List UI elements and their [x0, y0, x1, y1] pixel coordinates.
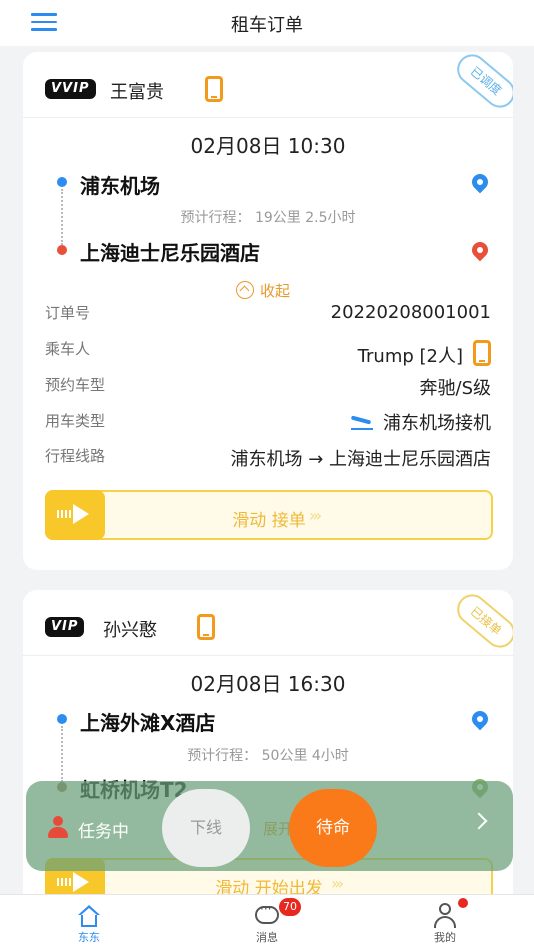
tab-home[interactable]: 东东: [29, 895, 149, 950]
use-type: 浦东机场接机: [383, 413, 491, 434]
order-card: VVIP 王富贵 已调度 02月08日 10:30 浦东机场 预计行程： 19公…: [23, 52, 513, 570]
tab-messages[interactable]: 70 消息: [207, 895, 327, 950]
origin-place: 浦东机场: [80, 174, 160, 198]
passenger-phone-icon[interactable]: [473, 340, 491, 366]
route: 浦东机场 → 上海迪士尼乐园酒店: [230, 449, 491, 470]
origin-pin-icon[interactable]: [468, 707, 492, 731]
order-header: VIP 孙兴憨 已接单: [23, 590, 513, 656]
double-chevron-icon: ›››: [309, 506, 322, 525]
task-status-bar[interactable]: 任务中 下线 待命: [26, 781, 513, 871]
route-label: 行程线路: [45, 447, 106, 465]
task-status-label: 任务中: [78, 822, 129, 842]
car-model-label: 预约车型: [45, 376, 106, 394]
user-icon: [434, 903, 456, 929]
destination-dot: [57, 245, 67, 255]
car-model: 奔驰/S级: [419, 378, 492, 399]
passenger-row: Trump [2人]: [358, 336, 491, 368]
tab-label: 东东: [78, 931, 100, 944]
customer-name: 王富贵: [110, 82, 164, 103]
use-type-row: 浦东机场接机: [351, 409, 491, 435]
passenger: Trump [2人]: [357, 346, 463, 367]
order-no-label: 订单号: [45, 304, 91, 322]
vip-badge: VVIP: [45, 79, 96, 99]
bottom-tab-bar: 东东 70 消息 我的: [0, 894, 534, 950]
chevron-right-icon[interactable]: [470, 812, 488, 830]
order-datetime: 02月08日 10:30: [190, 134, 346, 158]
order-datetime: 02月08日 16:30: [190, 672, 346, 696]
slider-label: 滑动 接单: [232, 511, 306, 531]
notification-dot: [458, 898, 468, 908]
unread-badge: 70: [279, 898, 301, 916]
offline-button[interactable]: 下线: [162, 789, 250, 867]
origin-dot: [57, 714, 67, 724]
collapse-toggle[interactable]: 收起: [236, 280, 290, 301]
trip-estimate: 预计行程： 19公里 2.5小时: [180, 210, 356, 226]
use-type-label: 用车类型: [45, 412, 106, 430]
standby-button[interactable]: 待命: [289, 789, 377, 867]
vip-badge: VIP: [45, 617, 85, 637]
order-header: VVIP 王富贵 已调度: [23, 52, 513, 118]
origin-dot: [57, 177, 67, 187]
trip-estimate: 预计行程： 50公里 4小时: [187, 748, 349, 764]
tab-label: 消息: [256, 931, 278, 944]
tab-label: 我的: [434, 931, 456, 944]
order-no: 20220208001001: [330, 302, 491, 323]
accept-order-slider[interactable]: 滑动 接单 ›››: [45, 490, 493, 540]
customer-name: 孙兴憨: [103, 620, 157, 641]
origin-pin-icon[interactable]: [468, 170, 492, 194]
home-icon: [77, 905, 101, 927]
double-chevron-icon: ›››: [331, 874, 344, 893]
origin-place: 上海外滩X酒店: [80, 711, 216, 735]
phone-icon[interactable]: [197, 614, 215, 640]
message-icon: [255, 902, 279, 924]
phone-icon[interactable]: [205, 76, 223, 102]
page-title: 租车订单: [231, 15, 303, 36]
top-bar: 租车订单: [0, 0, 534, 46]
driver-icon: [48, 816, 68, 838]
passenger-label: 乘车人: [45, 340, 91, 358]
destination-pin-icon[interactable]: [468, 238, 492, 262]
status-stamp: 已接单: [451, 590, 513, 654]
destination-place: 上海迪士尼乐园酒店: [80, 241, 260, 265]
status-stamp: 已调度: [451, 52, 513, 114]
chevron-up-icon: [236, 281, 254, 299]
tab-profile[interactable]: 我的: [385, 895, 505, 950]
airplane-icon: [351, 414, 373, 430]
